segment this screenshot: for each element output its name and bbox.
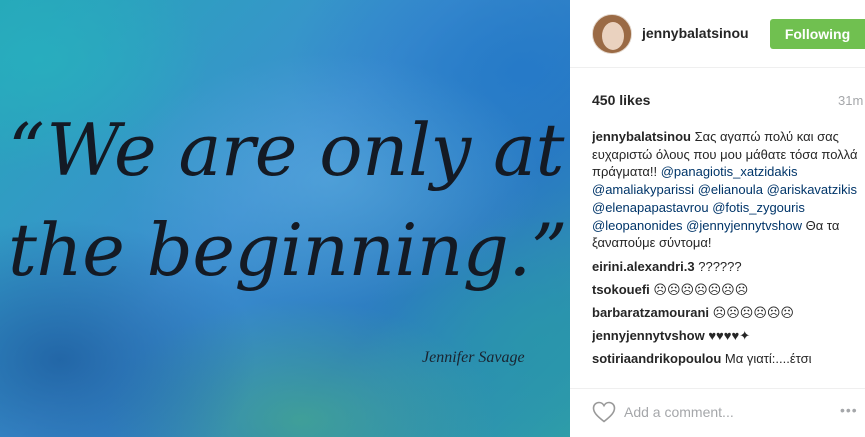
comment: tsokouefi ☹☹☹☹☹☹☹	[592, 281, 865, 298]
comment: sotiriaandrikopoulou Μα γιατί:....έτσι	[592, 350, 865, 367]
comment-username[interactable]: barbaratzamourani	[592, 305, 709, 320]
comment: eirini.alexandri.3 ??????	[592, 258, 865, 275]
mention-link[interactable]: @amaliakyparissi	[592, 182, 694, 197]
following-button[interactable]: Following	[770, 19, 865, 49]
comment-username[interactable]: eirini.alexandri.3	[592, 259, 695, 274]
mention-link[interactable]: @elenapapastavrou	[592, 200, 709, 215]
mention-link[interactable]: @elianoula	[698, 182, 763, 197]
caption: jennybalatsinou Σας αγαπώ πολύ και σας ε…	[592, 128, 862, 252]
heart-icon[interactable]	[592, 401, 616, 423]
quote-line-1: “We are only at	[8, 108, 564, 192]
post-footer: •••	[570, 388, 865, 437]
comment-username[interactable]: tsokouefi	[592, 282, 650, 297]
comment-text: ☹☹☹☹☹☹☹	[653, 281, 749, 297]
comments-list[interactable]: jennybalatsinou Σας αγαπώ πολύ και σας ε…	[592, 128, 865, 390]
quote-line-2: the beginning.”	[8, 208, 568, 292]
likes-count[interactable]: 450 likes	[592, 92, 650, 108]
avatar-face	[602, 22, 624, 50]
comment: barbaratzamourani ☹☹☹☹☹☹	[592, 304, 865, 321]
quote-author: Jennifer Savage	[422, 349, 525, 366]
post-header: jennybalatsinou Following	[570, 0, 865, 68]
mention-link[interactable]: @fotis_zygouris	[712, 200, 805, 215]
post-side-panel: jennybalatsinou Following 450 likes 31m …	[570, 0, 865, 437]
mention-link[interactable]: @leopanonides	[592, 218, 683, 233]
comment-username[interactable]: sotiriaandrikopoulou	[592, 351, 721, 366]
mention-link[interactable]: @jennyjennytvshow	[686, 218, 802, 233]
post-image[interactable]: “We are only at the beginning.” Jennifer…	[0, 0, 570, 437]
comment-text: ♥♥♥♥✦	[708, 327, 751, 343]
comment-text: ☹☹☹☹☹☹	[712, 304, 794, 320]
comment-text: ??????	[698, 258, 742, 274]
comment-text: Μα γιατί:....έτσι	[724, 350, 812, 366]
add-comment-input[interactable]	[624, 403, 824, 421]
post-time[interactable]: 31m	[838, 93, 863, 108]
likes-row: 450 likes 31m	[592, 92, 865, 110]
caption-username[interactable]: jennybalatsinou	[592, 129, 691, 144]
avatar[interactable]	[592, 14, 632, 54]
header-username[interactable]: jennybalatsinou	[642, 25, 749, 41]
more-options-icon[interactable]: •••	[840, 402, 858, 418]
comment: jennyjennytvshow ♥♥♥♥✦	[592, 327, 865, 344]
mention-link[interactable]: @ariskavatzikis	[767, 182, 858, 197]
mention-link[interactable]: @panagiotis_xatzidakis	[661, 164, 798, 179]
comment-username[interactable]: jennyjennytvshow	[592, 328, 705, 343]
